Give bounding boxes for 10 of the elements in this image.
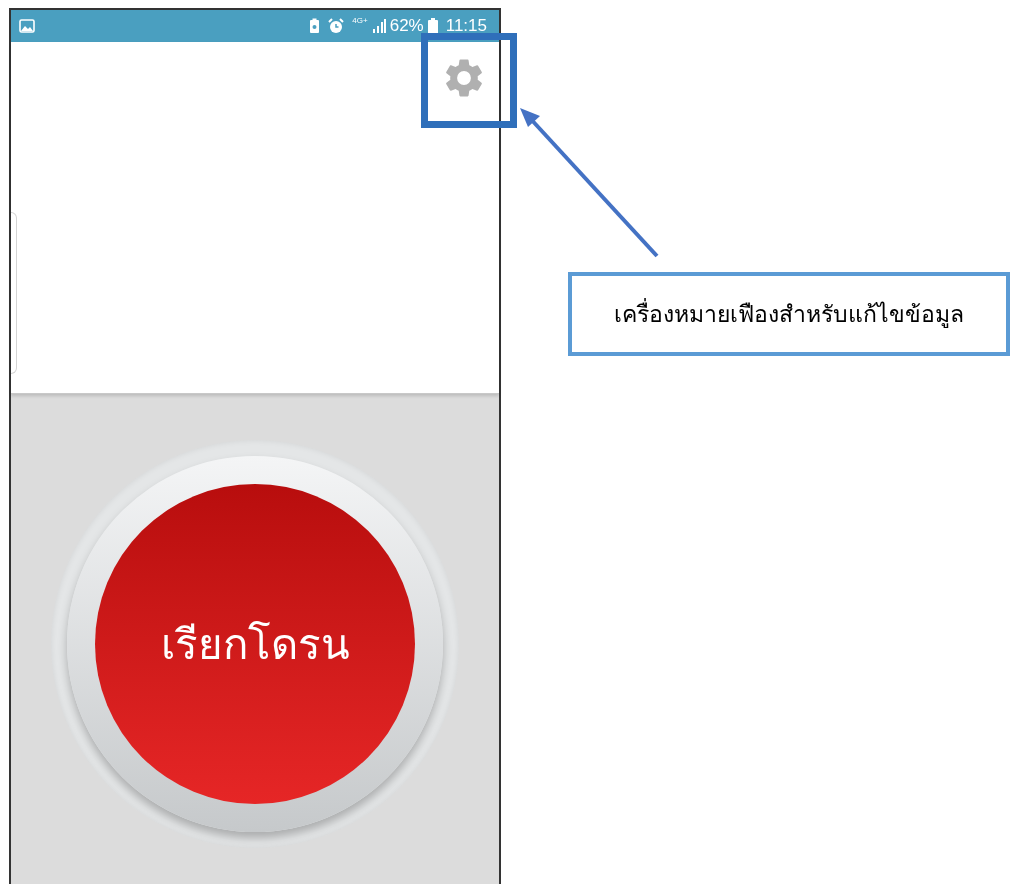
battery-percent: 62% xyxy=(389,15,424,38)
image-icon xyxy=(19,19,35,33)
clock: 11:15 xyxy=(445,15,487,38)
battery-saver-icon xyxy=(309,18,321,34)
battery-icon xyxy=(427,18,438,34)
call-drone-button[interactable]: เรียกโดรน xyxy=(95,484,415,804)
annotation-label: เครื่องหมายเฟืองสำหรับแก้ไขข้อมูล xyxy=(568,272,1010,356)
signal-icon xyxy=(371,19,386,33)
network-type: 4G+ xyxy=(352,17,368,25)
alarm-icon xyxy=(328,18,345,34)
